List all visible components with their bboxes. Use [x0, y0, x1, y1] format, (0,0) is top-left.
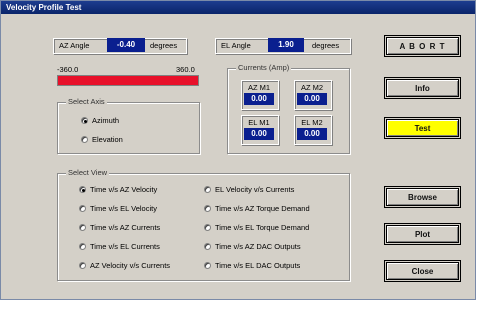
view-option-dot[interactable]: [204, 224, 211, 231]
view-option-label: AZ Velocity v/s Currents: [90, 261, 171, 270]
radio-azimuth-dot[interactable]: [81, 117, 88, 124]
radio-elevation[interactable]: Elevation: [81, 135, 123, 144]
abort-button[interactable]: A B O R T: [384, 35, 461, 57]
az-angle-value: -0.40: [107, 38, 145, 52]
view-option-left-2[interactable]: Time v/s EL Velocity: [79, 204, 157, 213]
view-option-left-4[interactable]: Time v/s EL Currents: [79, 242, 160, 251]
view-option-label: Time v/s EL Torque Demand: [215, 223, 310, 232]
el-angle-unit: degrees: [312, 41, 340, 50]
browse-button[interactable]: Browse: [384, 186, 461, 208]
close-button[interactable]: Close: [384, 260, 461, 282]
title-bar: Velocity Profile Test: [1, 1, 475, 14]
az-m2-value: 0.00: [297, 93, 327, 105]
radio-azimuth-label: Azimuth: [92, 116, 120, 125]
angle-indicator-bar: [57, 75, 199, 86]
view-option-dot[interactable]: [79, 262, 86, 269]
view-option-dot[interactable]: [204, 205, 211, 212]
view-option-label: Time v/s EL Velocity: [90, 204, 157, 213]
view-option-label: Time v/s EL DAC Outputs: [215, 261, 301, 270]
view-option-dot[interactable]: [79, 205, 86, 212]
az-m2-label: AZ M2: [300, 83, 324, 92]
view-option-dot[interactable]: [79, 224, 86, 231]
view-option-label: EL Velocity v/s Currents: [215, 185, 295, 194]
currents-title: Currents (Amp): [236, 63, 292, 72]
view-option-dot[interactable]: [204, 262, 211, 269]
view-option-label: Time v/s AZ Currents: [90, 223, 161, 232]
el-m2-value: 0.00: [297, 128, 327, 140]
view-option-dot[interactable]: [204, 243, 211, 250]
az-angle-unit: degrees: [150, 41, 178, 50]
test-button[interactable]: Test: [384, 117, 461, 139]
view-option-label: Time v/s AZ DAC Outputs: [215, 242, 301, 251]
view-option-label: Time v/s AZ Velocity: [90, 185, 158, 194]
scale-min-label: -360.0: [57, 65, 79, 74]
el-m1-value: 0.00: [244, 128, 274, 140]
radio-azimuth[interactable]: Azimuth: [81, 116, 119, 125]
view-option-right-2[interactable]: Time v/s AZ Torque Demand: [204, 204, 310, 213]
plot-button[interactable]: Plot: [384, 223, 461, 245]
view-option-right-5[interactable]: Time v/s EL DAC Outputs: [204, 261, 300, 270]
view-option-left-1[interactable]: Time v/s AZ Velocity: [79, 185, 157, 194]
view-option-dot[interactable]: [204, 186, 211, 193]
el-angle-label: EL Angle: [221, 41, 251, 50]
view-option-label: Time v/s EL Currents: [90, 242, 160, 251]
el-m1-label: EL M1: [248, 118, 270, 127]
radio-elevation-label: Elevation: [92, 135, 123, 144]
select-view-title: Select View: [66, 168, 110, 177]
view-option-left-5[interactable]: AZ Velocity v/s Currents: [79, 261, 170, 270]
view-option-dot[interactable]: [79, 243, 86, 250]
view-option-label: Time v/s AZ Torque Demand: [215, 204, 310, 213]
velocity-profile-window: Velocity Profile Test AZ Angle -0.40 deg…: [0, 0, 476, 300]
az-angle-label: AZ Angle: [59, 41, 90, 50]
az-m1-value: 0.00: [244, 93, 274, 105]
el-angle-value: 1.90: [268, 38, 304, 52]
select-axis-group: Select Axis: [57, 97, 200, 154]
info-button[interactable]: Info: [384, 77, 461, 99]
el-m2-label: EL M2: [301, 118, 323, 127]
view-option-left-3[interactable]: Time v/s AZ Currents: [79, 223, 160, 232]
select-axis-title: Select Axis: [66, 97, 107, 106]
scale-max-label: 360.0: [176, 65, 195, 74]
az-m1-label: AZ M1: [247, 83, 271, 92]
view-option-dot[interactable]: [79, 186, 86, 193]
view-option-right-4[interactable]: Time v/s AZ DAC Outputs: [204, 242, 301, 251]
view-option-right-3[interactable]: Time v/s EL Torque Demand: [204, 223, 309, 232]
view-option-right-1[interactable]: EL Velocity v/s Currents: [204, 185, 294, 194]
radio-elevation-dot[interactable]: [81, 136, 88, 143]
